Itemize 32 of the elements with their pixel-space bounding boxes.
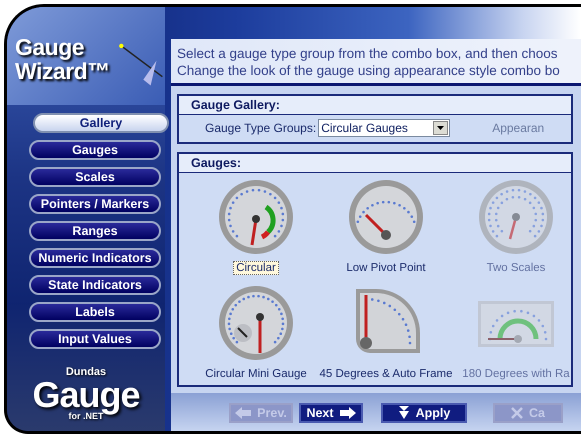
field-label: Gauge Type Groups: (205, 121, 316, 135)
gauge-label[interactable]: Circular Mini Gauge (202, 367, 310, 381)
nav-button[interactable]: Numeric Indicators (29, 248, 161, 268)
down-arrow-icon (398, 406, 410, 420)
panel-title: Gauge Gallery: (179, 96, 571, 115)
instruction-text: Change the look of the gauge using appearance style combo bo (177, 62, 561, 79)
gauge-label[interactable]: Low Pivot Point (343, 261, 429, 275)
logo-platform: for .NET (68, 412, 104, 421)
panel-title: Gauges: (179, 154, 571, 173)
arrow-left-icon (235, 407, 252, 419)
nav-button[interactable]: Ranges (29, 221, 161, 241)
nav-button[interactable]: Scales (29, 167, 161, 187)
wizard-title: Gauge Wizard™ (15, 35, 110, 83)
nav-button[interactable]: Input Values (29, 329, 161, 349)
nav-button[interactable]: Labels (29, 302, 161, 322)
arrow-right-icon (340, 407, 356, 419)
field-label: Appearan (492, 121, 544, 135)
gauge-type-combo[interactable]: Circular Gauges (318, 119, 450, 137)
logo-brand: Dundas (66, 367, 106, 378)
gauge-label[interactable]: Two Scales (484, 261, 548, 275)
gauge-label[interactable]: Circular (233, 261, 279, 275)
close-icon (511, 407, 523, 419)
wizard-button[interactable]: Apply (381, 403, 467, 423)
gauge-label[interactable]: 180 Degrees with Ra (459, 367, 573, 381)
nav-button[interactable]: State Indicators (29, 275, 161, 295)
wizard-button[interactable]: Next (299, 403, 363, 423)
nav-button[interactable]: Pointers / Markers (29, 194, 161, 214)
dropdown-icon[interactable] (433, 121, 448, 135)
nav-button[interactable]: Gallery (33, 113, 169, 133)
nav-button[interactable]: Gauges (29, 140, 161, 160)
gauge-label[interactable]: 45 Degrees & Auto Frame (316, 367, 456, 381)
instruction-text: Select a gauge type group from the combo box, and then choos (177, 45, 558, 62)
